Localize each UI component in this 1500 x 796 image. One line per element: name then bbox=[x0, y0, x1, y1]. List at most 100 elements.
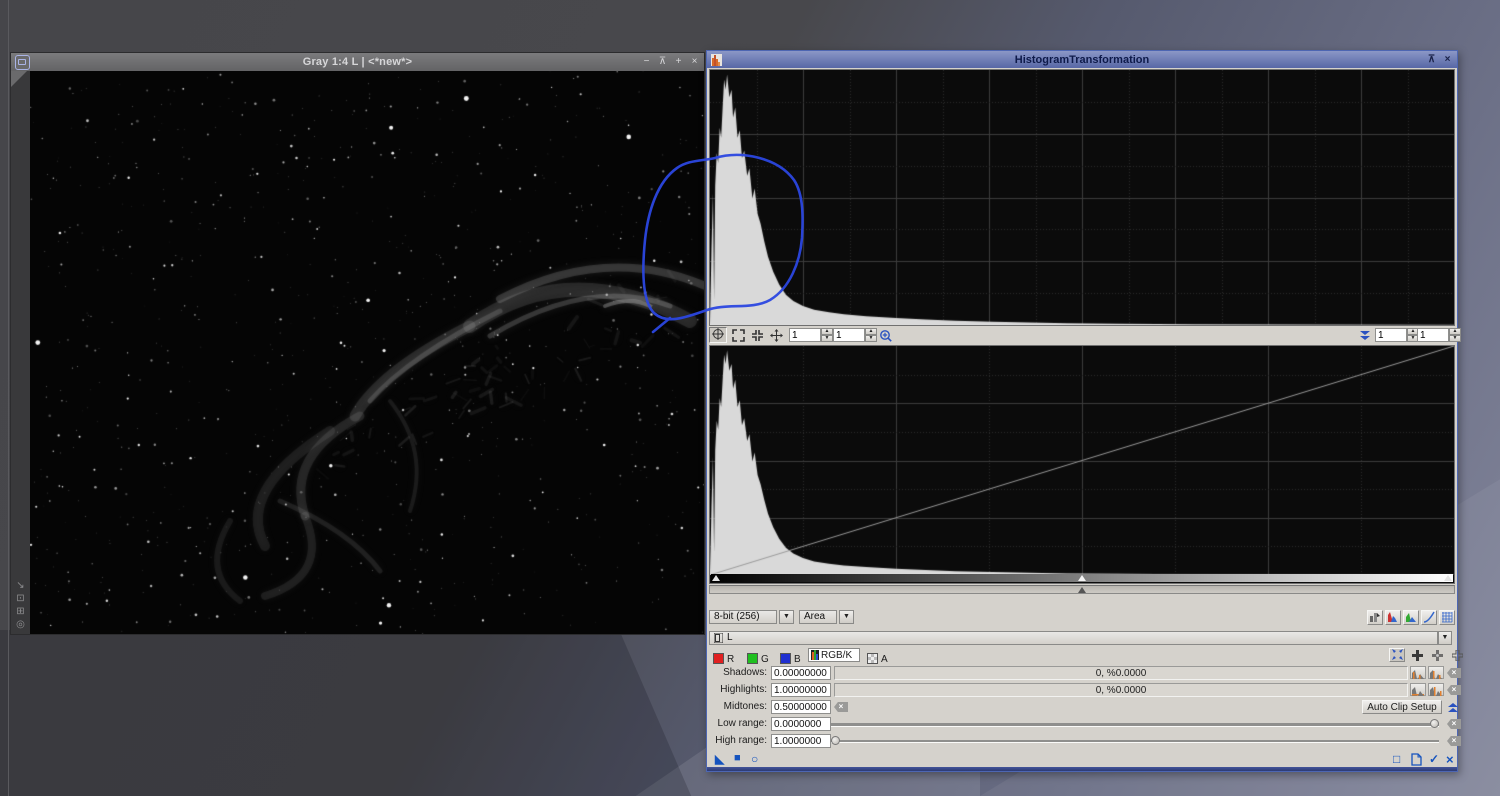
readout-mode-button[interactable] bbox=[709, 327, 727, 343]
alpha-swatch-icon bbox=[867, 653, 878, 664]
midtones-balance-marker[interactable] bbox=[1078, 587, 1086, 593]
track-view-icon[interactable]: ✓ bbox=[1429, 752, 1439, 766]
channel-row: R G B RGB/K A bbox=[707, 648, 1459, 663]
high-range-input[interactable] bbox=[771, 734, 831, 748]
highlights-clip-icon[interactable] bbox=[1410, 683, 1426, 696]
output-horizontal-zoom-spin: ▲▼ bbox=[1375, 328, 1419, 342]
iconize-button[interactable]: − bbox=[640, 56, 653, 69]
shadows-clip-icon[interactable] bbox=[1410, 666, 1426, 679]
cross2-icon[interactable] bbox=[1429, 649, 1445, 662]
pick-mode-icon[interactable] bbox=[1389, 648, 1405, 662]
spin-down-button[interactable]: ▼ bbox=[821, 335, 833, 342]
reset-icon[interactable]: × bbox=[1447, 719, 1461, 729]
shadows-input[interactable] bbox=[771, 666, 831, 680]
shadows-marker[interactable] bbox=[712, 575, 720, 581]
collapse-panel-icon[interactable] bbox=[1359, 330, 1371, 340]
low-range-slider[interactable] bbox=[831, 723, 1439, 727]
reset-icon[interactable]: × bbox=[1447, 736, 1461, 746]
selection-icon[interactable]: ⊡ bbox=[16, 593, 24, 604]
view-selector-combo[interactable]: L ▼ bbox=[709, 631, 1455, 645]
chevron-down-icon[interactable]: ▼ bbox=[839, 610, 854, 624]
image-window-titlebar[interactable]: Gray 1:4 L | <*new*> − ⊼ + × bbox=[11, 53, 704, 71]
target-histogram-panel[interactable] bbox=[709, 345, 1455, 584]
workspace-divider bbox=[8, 0, 9, 796]
spin-up-button[interactable]: ▲ bbox=[821, 328, 833, 335]
dialog-titlebar[interactable]: HistogramTransformation ⊼ × bbox=[707, 51, 1457, 68]
zoom-out-mode-icon[interactable] bbox=[749, 328, 766, 343]
expand-panel-icon[interactable] bbox=[1447, 702, 1459, 712]
spin-up-button[interactable]: ▲ bbox=[865, 328, 877, 335]
shadows-clip2-icon[interactable] bbox=[1428, 666, 1444, 679]
reset-icon[interactable]: × bbox=[1447, 685, 1461, 695]
highlights-label: Highlights: bbox=[707, 684, 767, 695]
apply-icon[interactable]: ■ bbox=[734, 752, 741, 764]
reset-icon[interactable]: × bbox=[834, 702, 848, 712]
midtones-row: Midtones: × Auto Clip Setup bbox=[707, 699, 1459, 715]
image-view-veil-nebula[interactable] bbox=[30, 71, 704, 634]
histogram-transformation-dialog: HistogramTransformation ⊼ × bbox=[706, 50, 1458, 772]
resolution-value: 8-bit (256) bbox=[709, 610, 777, 624]
highlights-clip-readout: 0, %0.0000 bbox=[834, 683, 1408, 697]
view-selector-strip: ↘ ⊡ ⊞ ◎ bbox=[11, 71, 30, 634]
horizontal-zoom-input[interactable] bbox=[789, 328, 821, 342]
browse-doc-icon[interactable]: □ bbox=[1393, 752, 1400, 766]
pixinsight-desktop: { "desktop": { "base_color": "#47474b", … bbox=[0, 0, 1500, 796]
layers-icon[interactable]: ⊞ bbox=[16, 606, 24, 617]
highlights-clip2-icon[interactable] bbox=[1428, 683, 1444, 696]
show-raw-rgb-icon[interactable] bbox=[1385, 610, 1401, 625]
midtones-input[interactable] bbox=[771, 700, 831, 714]
view-selector-value: L bbox=[727, 632, 733, 644]
show-overlay-icon[interactable] bbox=[1403, 610, 1419, 625]
highlights-marker[interactable] bbox=[1444, 575, 1452, 581]
output-vertical-zoom-input[interactable] bbox=[1417, 328, 1449, 342]
low-range-input[interactable] bbox=[771, 717, 831, 731]
histogram-toolbar: ▲▼ ▲▼ ▲▼ ▲▼ bbox=[707, 327, 1459, 344]
cross1-icon[interactable] bbox=[1409, 649, 1425, 662]
image-window-icon[interactable] bbox=[15, 55, 30, 70]
close-button[interactable]: × bbox=[688, 56, 701, 69]
show-curve-icon[interactable] bbox=[1421, 610, 1437, 625]
reset-dialog-icon[interactable]: × bbox=[1446, 752, 1454, 767]
low-range-row: Low range: × bbox=[707, 716, 1459, 732]
midtones-marker[interactable] bbox=[1078, 575, 1086, 581]
cross3-icon[interactable] bbox=[1449, 649, 1465, 662]
toggle-log-icon[interactable] bbox=[1367, 610, 1383, 625]
auto-clip-setup-button[interactable]: Auto Clip Setup bbox=[1362, 700, 1442, 714]
spin-down-button[interactable]: ▼ bbox=[865, 335, 877, 342]
pointer-icon[interactable]: ↘ bbox=[16, 580, 24, 591]
spin-up-button[interactable]: ▲ bbox=[1449, 328, 1461, 335]
reset-icon[interactable]: × bbox=[1447, 668, 1461, 678]
spin-down-button[interactable]: ▼ bbox=[1449, 335, 1461, 342]
horizontal-zoom-spin: ▲▼ bbox=[789, 328, 833, 342]
low-range-thumb[interactable] bbox=[1430, 719, 1439, 728]
zoom-button[interactable]: + bbox=[672, 56, 685, 69]
shadows-label: Shadows: bbox=[707, 667, 767, 678]
rgbk-histogram-icon bbox=[811, 650, 819, 660]
corner-fold[interactable] bbox=[11, 71, 27, 87]
realtime-preview-icon[interactable]: ○ bbox=[751, 752, 758, 766]
highlights-input[interactable] bbox=[771, 683, 831, 697]
pan-mode-icon[interactable] bbox=[768, 328, 785, 343]
new-instance-icon[interactable]: ◣ bbox=[715, 752, 724, 766]
center-icon[interactable]: ◎ bbox=[16, 619, 25, 630]
chevron-down-icon[interactable]: ▼ bbox=[1438, 631, 1452, 645]
shadow-highlight-gradient-bar[interactable] bbox=[711, 574, 1453, 582]
zoom-in-mode-icon[interactable] bbox=[730, 328, 747, 343]
high-range-thumb[interactable] bbox=[831, 736, 840, 745]
channel-rgbk-toggle[interactable]: RGB/K bbox=[808, 648, 860, 662]
shadows-clip-readout: 0, %0.0000 bbox=[834, 666, 1408, 680]
midtones-balance-strip[interactable] bbox=[709, 585, 1455, 594]
shade-button[interactable]: ⊼ bbox=[1425, 54, 1438, 67]
high-range-slider[interactable] bbox=[831, 740, 1439, 743]
show-grid-icon[interactable] bbox=[1439, 610, 1455, 625]
close-button[interactable]: × bbox=[1441, 54, 1454, 67]
zoom-magnifier-icon[interactable] bbox=[877, 328, 894, 343]
resolution-combo[interactable]: 8-bit (256) ▼ bbox=[709, 610, 794, 624]
source-histogram-panel[interactable] bbox=[709, 69, 1455, 326]
shade-button[interactable]: ⊼ bbox=[656, 56, 669, 69]
output-horizontal-zoom-input[interactable] bbox=[1375, 328, 1407, 342]
plot-mode-combo[interactable]: Area ▼ bbox=[799, 610, 854, 624]
vertical-zoom-input[interactable] bbox=[833, 328, 865, 342]
dialog-bottom-edge bbox=[707, 767, 1457, 771]
chevron-down-icon[interactable]: ▼ bbox=[779, 610, 794, 624]
